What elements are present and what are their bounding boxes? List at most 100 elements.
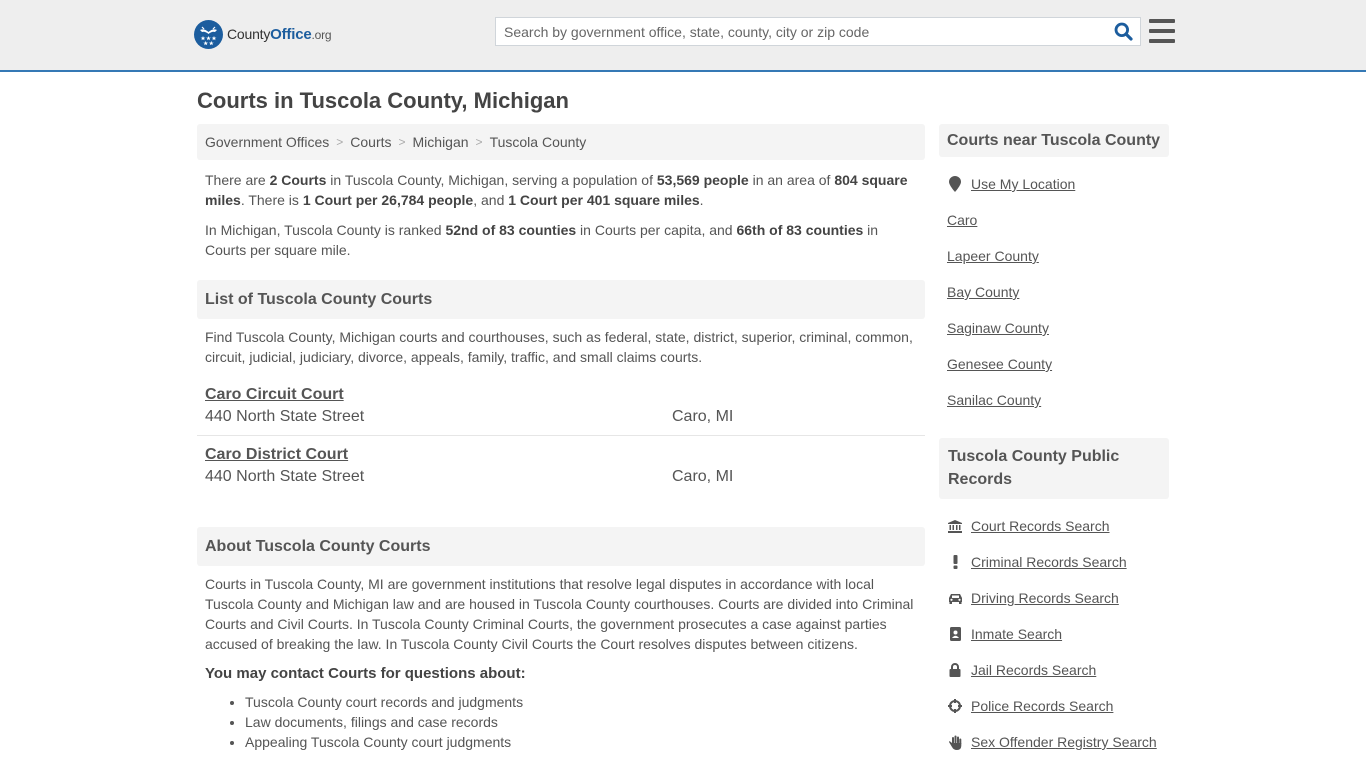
summary-stats: There are 2 Courts in Tuscola County, Mi… xyxy=(197,170,925,210)
id-badge-icon xyxy=(947,626,963,642)
logo-emblem-icon xyxy=(194,20,223,49)
rank-per-area: 66th of 83 counties xyxy=(736,222,864,238)
records-link[interactable]: Police Records Search xyxy=(939,688,1169,724)
logo-text: CountyOffice.org xyxy=(227,26,332,43)
topic-item: Law documents, filings and case records xyxy=(245,712,925,732)
hamburger-menu-icon-bar xyxy=(1149,19,1175,23)
courthouse-icon xyxy=(947,518,963,534)
text: There are xyxy=(205,172,270,188)
breadcrumb-item-michigan[interactable]: Michigan xyxy=(413,134,469,150)
court-count: 2 Courts xyxy=(269,172,327,188)
nearby-link[interactable]: Caro xyxy=(939,202,1169,238)
nearby-link-lapeer-county[interactable]: Lapeer County xyxy=(947,248,1039,264)
records-link[interactable]: Inmate Search xyxy=(939,616,1169,652)
text: . xyxy=(699,192,704,208)
text: . There is xyxy=(240,192,303,208)
court-records-search-link[interactable]: Court Records Search xyxy=(971,518,1110,534)
court-address: 440 North State Street xyxy=(205,468,365,485)
topic-item: Tuscola County court records and judgmen… xyxy=(245,692,925,712)
court-name-link[interactable]: Caro Circuit Court xyxy=(205,386,344,404)
breadcrumb-item-courts[interactable]: Courts xyxy=(350,134,391,150)
sex-offender-registry-search-link[interactable]: Sex Offender Registry Search xyxy=(971,734,1157,750)
breadcrumb-item-tuscola-county[interactable]: Tuscola County xyxy=(490,134,587,150)
records-link[interactable]: Jail Records Search xyxy=(939,652,1169,688)
court-city: Caro, MI xyxy=(672,468,734,485)
text: in an area of xyxy=(748,172,835,188)
breadcrumb: Government Offices > Courts > Michigan >… xyxy=(197,124,925,160)
nearby-link[interactable]: Lapeer County xyxy=(939,238,1169,274)
map-marker-icon xyxy=(947,176,963,192)
nearby-link[interactable]: Bay County xyxy=(939,274,1169,310)
text: in Courts per capita, and xyxy=(576,222,737,238)
nearby-link-caro[interactable]: Caro xyxy=(947,212,977,228)
breadcrumb-separator: > xyxy=(475,135,483,149)
nearby-link-sanilac-county[interactable]: Sanilac County xyxy=(947,392,1041,408)
police-records-search-link[interactable]: Police Records Search xyxy=(971,698,1113,714)
site-header: CountyOffice.org xyxy=(0,0,1366,72)
nearby-link-bay-county[interactable]: Bay County xyxy=(947,284,1019,300)
court-name-link[interactable]: Caro District Court xyxy=(205,446,348,464)
court-address: 440 North State Street xyxy=(205,408,365,425)
court-list-item: Caro District Court 440 North State Stre… xyxy=(197,446,925,486)
list-section-heading: List of Tuscola County Courts xyxy=(197,280,925,319)
crosshairs-icon xyxy=(947,698,963,714)
search-button[interactable] xyxy=(1106,18,1140,45)
list-section-description: Find Tuscola County, Michigan courts and… xyxy=(205,329,913,365)
contact-topics-list: Tuscola County court records and judgmen… xyxy=(197,692,925,752)
hamburger-menu-icon-bar xyxy=(1149,29,1175,33)
search-input[interactable] xyxy=(496,18,1106,45)
records-link[interactable]: Sex Offender Registry Search xyxy=(939,724,1169,760)
contact-heading: You may contact Courts for questions abo… xyxy=(205,665,526,682)
text: In Michigan, Tuscola County is ranked xyxy=(205,222,446,238)
main-content: Government Offices > Courts > Michigan >… xyxy=(197,124,925,752)
court-details: 440 North State Street Caro, MI xyxy=(205,408,917,426)
summary-ranking: In Michigan, Tuscola County is ranked 52… xyxy=(197,220,925,260)
driving-records-search-link[interactable]: Driving Records Search xyxy=(971,590,1119,606)
topic-item: Appealing Tuscola County court judgments xyxy=(245,732,925,752)
criminal-records-search-link[interactable]: Criminal Records Search xyxy=(971,554,1127,570)
logo-text-office: Office xyxy=(270,26,312,43)
nearby-link[interactable]: Sanilac County xyxy=(939,382,1169,418)
text: in Tuscola County, Michigan, serving a p… xyxy=(326,172,657,188)
hamburger-menu-icon-bar xyxy=(1149,39,1175,43)
logo-text-org: .org xyxy=(311,28,332,42)
nearby-link[interactable]: Saginaw County xyxy=(939,310,1169,346)
public-records-heading: Tuscola County Public Records xyxy=(939,438,1169,499)
nearby-link-genesee-county[interactable]: Genesee County xyxy=(947,356,1052,372)
use-my-location-link[interactable]: Use My Location xyxy=(939,166,1169,202)
nearby-courts-heading: Courts near Tuscola County xyxy=(939,124,1169,157)
lock-icon xyxy=(947,662,963,678)
nearby-link[interactable]: Genesee County xyxy=(939,346,1169,382)
car-icon xyxy=(947,590,963,606)
records-link[interactable]: Court Records Search xyxy=(939,508,1169,544)
population: 53,569 people xyxy=(656,172,749,188)
use-my-location-label[interactable]: Use My Location xyxy=(971,176,1075,192)
exclamation-icon xyxy=(947,554,963,570)
records-link[interactable]: Criminal Records Search xyxy=(939,544,1169,580)
jail-records-search-link[interactable]: Jail Records Search xyxy=(971,662,1096,678)
nearby-link-saginaw-county[interactable]: Saginaw County xyxy=(947,320,1049,336)
hand-icon xyxy=(947,734,963,750)
text: , and xyxy=(473,192,509,208)
hamburger-menu-button[interactable] xyxy=(1149,19,1175,43)
courts-per-area: 1 Court per 401 square miles xyxy=(508,192,700,208)
court-list-item: Caro Circuit Court 440 North State Stree… xyxy=(197,386,925,426)
search-icon xyxy=(1114,22,1133,41)
court-city: Caro, MI xyxy=(672,408,734,425)
about-section-heading: About Tuscola County Courts xyxy=(197,527,925,566)
courts-per-capita: 1 Court per 26,784 people xyxy=(302,192,474,208)
court-details: 440 North State Street Caro, MI xyxy=(205,468,917,486)
breadcrumb-separator: > xyxy=(398,135,406,149)
records-link[interactable]: Driving Records Search xyxy=(939,580,1169,616)
rank-per-capita: 52nd of 83 counties xyxy=(445,222,577,238)
sidebar: Courts near Tuscola County Use My Locati… xyxy=(939,124,1169,760)
logo-text-county: County xyxy=(227,26,271,42)
breadcrumb-separator: > xyxy=(336,135,344,149)
site-logo[interactable]: CountyOffice.org xyxy=(194,20,332,49)
search-bar xyxy=(495,17,1141,46)
inmate-search-link[interactable]: Inmate Search xyxy=(971,626,1062,642)
about-section-body: Courts in Tuscola County, MI are governm… xyxy=(205,576,914,652)
breadcrumb-item-government-offices[interactable]: Government Offices xyxy=(205,134,329,150)
court-divider xyxy=(197,435,925,436)
page-title: Courts in Tuscola County, Michigan xyxy=(197,88,569,113)
